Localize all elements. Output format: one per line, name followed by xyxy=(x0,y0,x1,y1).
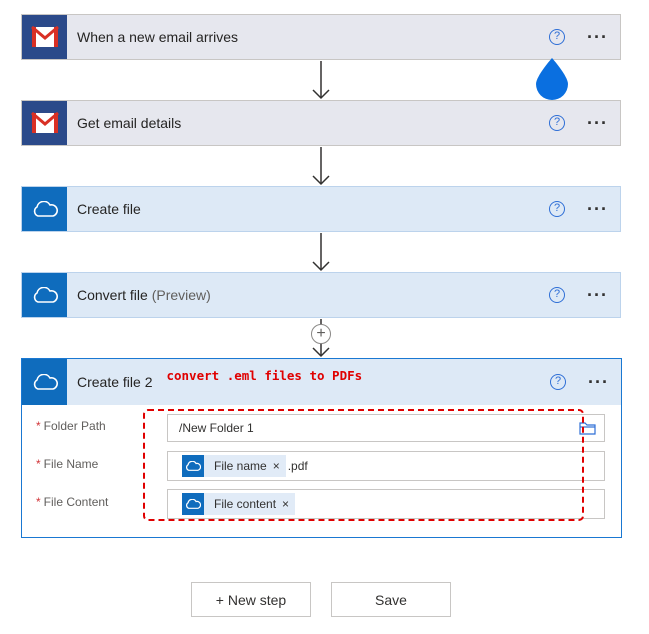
help-icon[interactable]: ? xyxy=(550,374,567,390)
preview-tag: (Preview) xyxy=(151,287,211,303)
save-button[interactable]: Save xyxy=(331,582,451,617)
file-content-token[interactable]: File content × xyxy=(182,493,296,515)
onedrive-cloud-icon xyxy=(22,359,67,405)
step-title: Create file 2 xyxy=(77,374,153,390)
file-content-label-text: File Content xyxy=(43,495,109,509)
step-when-new-email[interactable]: When a new email arrives ? ··· xyxy=(21,14,621,60)
step-title: Convert file (Preview) xyxy=(67,287,549,303)
token-label: File name xyxy=(214,459,267,473)
folder-icon[interactable] xyxy=(579,421,596,435)
help-icon[interactable]: ? xyxy=(549,29,566,45)
file-name-token[interactable]: File name × xyxy=(182,455,286,477)
onedrive-cloud-icon xyxy=(22,273,67,317)
file-name-row: * File Name xyxy=(36,457,166,471)
file-content-label: * File Content xyxy=(36,495,166,509)
step-title: Create file xyxy=(77,201,141,217)
step-title: When a new email arrives xyxy=(77,29,239,45)
more-icon[interactable]: ··· xyxy=(587,114,608,132)
more-icon[interactable]: ··· xyxy=(587,286,608,304)
help-icon[interactable]: ? xyxy=(549,287,566,303)
step-create-file-2: Create file 2 convert .eml files to PDFs… xyxy=(21,358,622,538)
arrow-down-icon xyxy=(312,61,330,100)
arrow-down-icon xyxy=(312,233,330,272)
more-icon[interactable]: ··· xyxy=(588,373,609,391)
more-icon[interactable]: ··· xyxy=(587,200,608,218)
step-title-main: Convert file xyxy=(77,287,148,303)
folder-path-label-text: Folder Path xyxy=(43,419,106,433)
step-convert-file[interactable]: Convert file (Preview) ? ··· xyxy=(21,272,621,318)
remove-token-icon[interactable]: × xyxy=(273,459,286,473)
folder-path-row: * Folder Path xyxy=(36,419,166,433)
onedrive-cloud-icon xyxy=(182,455,204,477)
onedrive-cloud-icon xyxy=(22,187,67,231)
folder-path-value: /New Folder 1 xyxy=(179,421,254,435)
folder-path-input[interactable]: /New Folder 1 xyxy=(167,414,605,442)
flow-designer: When a new email arrives ? ··· Get email… xyxy=(0,0,649,634)
arrow-down-icon xyxy=(312,147,330,186)
step-title: Get email details xyxy=(77,115,182,131)
file-content-input[interactable]: File content × xyxy=(167,489,605,519)
gmail-icon xyxy=(22,15,67,59)
remove-token-icon[interactable]: × xyxy=(282,497,295,511)
card-header[interactable]: Create file 2 convert .eml files to PDFs… xyxy=(22,359,621,405)
file-name-label-text: File Name xyxy=(43,457,99,471)
help-icon[interactable]: ? xyxy=(549,201,566,217)
more-icon[interactable]: ··· xyxy=(587,28,608,46)
folder-path-label: * Folder Path xyxy=(36,419,166,433)
required-marker: * xyxy=(36,419,41,433)
onedrive-cloud-icon xyxy=(182,493,204,515)
step-create-file[interactable]: Create file ? ··· xyxy=(21,186,621,232)
file-name-input[interactable]: File name × .pdf xyxy=(167,451,605,481)
annotation-text: convert .eml files to PDFs xyxy=(166,367,363,383)
step-get-email-details[interactable]: Get email details ? ··· xyxy=(21,100,621,146)
token-label: File content xyxy=(214,497,277,511)
add-action-button[interactable]: + xyxy=(311,324,331,344)
required-marker: * xyxy=(36,457,41,471)
file-name-label: * File Name xyxy=(36,457,166,471)
file-name-suffix: .pdf xyxy=(287,459,308,473)
help-icon[interactable]: ? xyxy=(549,115,566,131)
file-content-row: * File Content xyxy=(36,495,166,509)
new-step-button[interactable]: + New step xyxy=(191,582,311,617)
required-marker: * xyxy=(36,495,41,509)
gmail-icon xyxy=(22,101,67,145)
drop-marker-icon xyxy=(536,58,568,100)
